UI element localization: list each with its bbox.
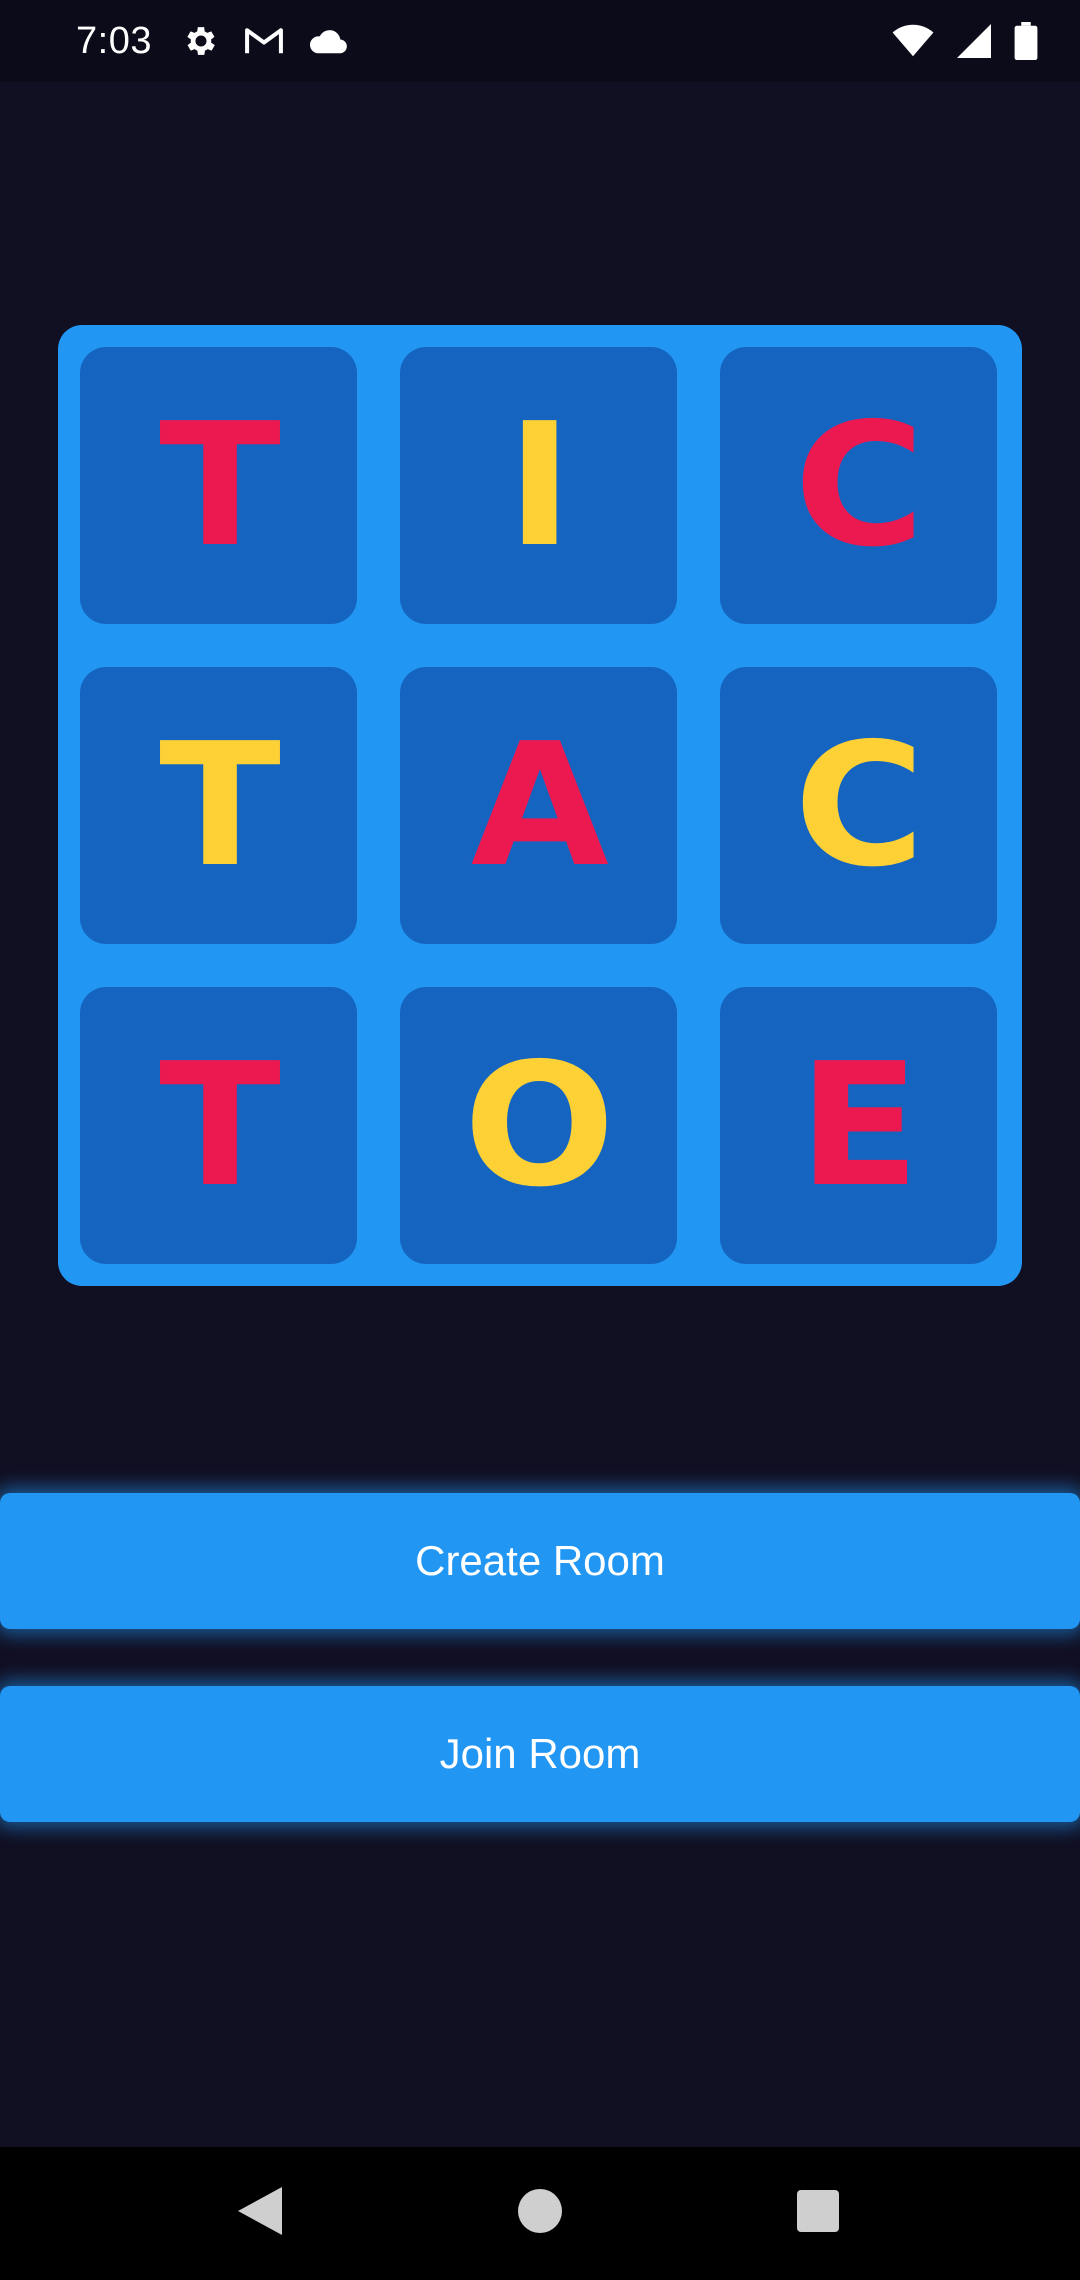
home-button[interactable] xyxy=(480,2147,600,2280)
gmail-icon xyxy=(244,25,284,57)
status-notification-icons xyxy=(182,22,348,60)
status-time: 7:03 xyxy=(76,19,152,62)
cloud-icon xyxy=(308,27,348,55)
recents-button[interactable] xyxy=(758,2147,878,2280)
board-cell[interactable]: C xyxy=(720,347,997,624)
cell-letter: A xyxy=(470,706,608,905)
board-cell[interactable]: T xyxy=(80,347,357,624)
board-cell[interactable]: T xyxy=(80,667,357,944)
system-nav-bar xyxy=(0,2147,1080,2280)
cell-letter: O xyxy=(463,1026,616,1225)
status-bar: 7:03 xyxy=(0,0,1080,82)
wifi-icon xyxy=(892,24,934,58)
status-system-icons xyxy=(892,22,1038,60)
cell-letter: E xyxy=(798,1026,921,1225)
board-cell[interactable]: T xyxy=(80,987,357,1264)
cell-letter: T xyxy=(158,386,281,585)
cell-letter: C xyxy=(794,706,925,905)
cell-letter: I xyxy=(506,386,572,585)
recents-icon xyxy=(797,2190,839,2237)
join-room-button[interactable]: Join Room xyxy=(0,1686,1080,1822)
title-board: T I C T A C T O E xyxy=(58,325,1022,1286)
board-cell[interactable]: O xyxy=(400,987,677,1264)
home-icon xyxy=(518,2189,562,2238)
board-cell[interactable]: E xyxy=(720,987,997,1264)
back-icon xyxy=(238,2187,282,2240)
board-cell[interactable]: I xyxy=(400,347,677,624)
cell-letter: C xyxy=(794,386,925,585)
gear-icon xyxy=(182,22,220,60)
app-screen: 7:03 T I C T A C T O E Create Room Join … xyxy=(0,0,1080,2280)
battery-icon xyxy=(1014,22,1038,60)
cell-letter: T xyxy=(158,706,281,905)
create-room-button[interactable]: Create Room xyxy=(0,1493,1080,1629)
board-cell[interactable]: A xyxy=(400,667,677,944)
cell-letter: T xyxy=(158,1026,281,1225)
board-cell[interactable]: C xyxy=(720,667,997,944)
back-button[interactable] xyxy=(200,2147,320,2280)
signal-icon xyxy=(956,24,992,58)
